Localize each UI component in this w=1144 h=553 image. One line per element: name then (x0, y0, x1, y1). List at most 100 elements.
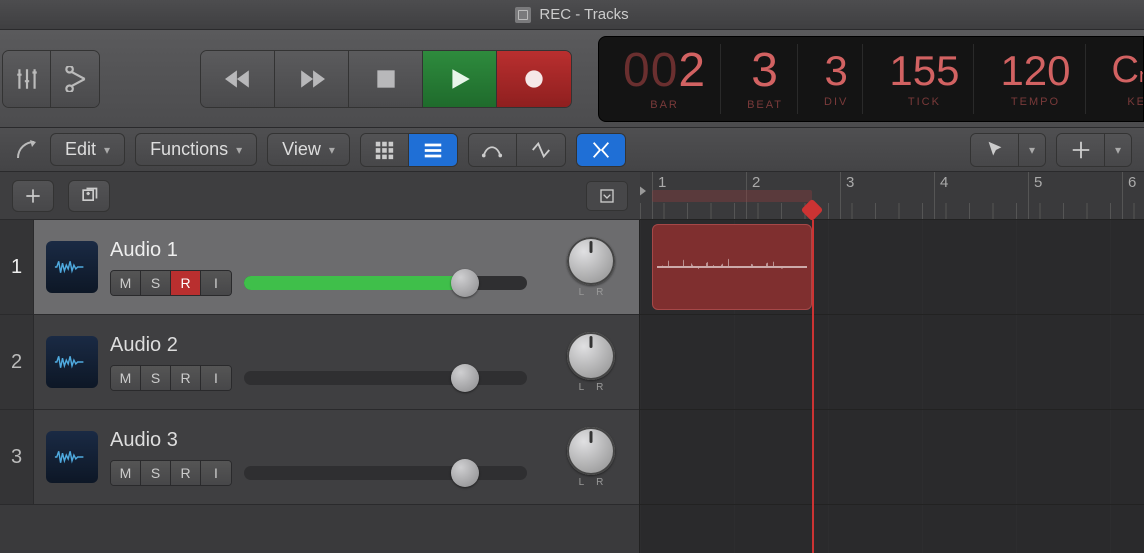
lcd-tick[interactable]: 155 TICK (875, 44, 974, 114)
chevron-down-icon: ▾ (329, 143, 335, 157)
list-view-button[interactable] (409, 134, 457, 166)
audio-region[interactable] (652, 224, 812, 310)
ruler-ticks (640, 203, 1144, 219)
volume-slider[interactable] (244, 371, 527, 385)
input-monitor-button[interactable]: I (201, 366, 231, 390)
lcd-beat[interactable]: 3 BEAT (733, 44, 798, 114)
secondary-tool-chevron[interactable]: ▾ (1105, 134, 1131, 166)
catch-playhead-button[interactable] (577, 134, 625, 166)
pan-knob[interactable] (567, 237, 615, 285)
volume-slider[interactable] (244, 466, 527, 480)
automation-curve-button[interactable] (469, 134, 517, 166)
lcd-beat-value: 3 (751, 47, 779, 95)
functions-menu[interactable]: Functions▾ (135, 133, 257, 166)
volume-thumb[interactable] (451, 459, 479, 487)
solo-button[interactable]: S (141, 271, 171, 295)
automation-segment (468, 133, 566, 167)
lcd-tempo-label: TEMPO (1011, 96, 1060, 108)
record-enable-button[interactable]: R (171, 366, 201, 390)
edit-menu[interactable]: Edit ▾ (50, 133, 125, 166)
view-mode-segment (360, 133, 458, 167)
scissors-icon[interactable] (51, 51, 99, 107)
lcd-key[interactable]: Cmaj KEY (1098, 44, 1144, 114)
audio-track-icon[interactable] (46, 241, 98, 293)
track-name[interactable]: Audio 1 (110, 239, 527, 262)
audio-track-icon[interactable] (46, 336, 98, 388)
volume-slider[interactable] (244, 276, 527, 290)
edit-menu-label: Edit (65, 139, 96, 160)
view-menu[interactable]: View ▾ (267, 133, 350, 166)
volume-thumb[interactable] (451, 269, 479, 297)
ruler-play-icon[interactable] (640, 182, 646, 200)
track-row[interactable]: 1 Audio 1 M S R I (0, 220, 639, 315)
lcd-bar-value: 2 (678, 44, 706, 97)
ruler[interactable]: 1 2 3 4 5 6 (640, 172, 1144, 220)
track-header-dropdown[interactable] (586, 181, 628, 211)
pointer-tool-button[interactable] (971, 134, 1019, 166)
mute-button[interactable]: M (111, 271, 141, 295)
record-enable-button[interactable]: R (171, 271, 201, 295)
lcd-bar-dim: 00 (623, 44, 678, 97)
playhead-line[interactable] (812, 220, 814, 553)
crosshair-tool-button[interactable] (1057, 134, 1105, 166)
lcd-div[interactable]: 3 DIV (810, 44, 863, 114)
cycle-region[interactable] (652, 190, 812, 202)
arrange-area[interactable]: 1 2 3 4 5 6 (640, 172, 1144, 553)
grid-view-button[interactable] (361, 134, 409, 166)
secondary-tool-segment: ▾ (1056, 133, 1132, 167)
track-controls: M S R I (110, 460, 527, 486)
pan-lr-label: LR (567, 382, 616, 393)
play-button[interactable] (423, 51, 497, 107)
record-button[interactable] (497, 51, 571, 107)
mute-button[interactable]: M (111, 461, 141, 485)
track-core: Audio 2 M S R I (110, 334, 543, 391)
title-bar: REC - Tracks (0, 0, 1144, 30)
window-title: REC - Tracks (539, 6, 628, 23)
track-number: 2 (0, 315, 34, 409)
pan-lr-label: LR (567, 287, 616, 298)
arrange-lane[interactable] (640, 220, 1144, 315)
pointer-tool-chevron[interactable]: ▾ (1019, 134, 1045, 166)
lcd-div-label: DIV (824, 96, 848, 108)
track-row[interactable]: 3 Audio 3 M S R I (0, 410, 639, 505)
pan-section: LR (543, 332, 639, 393)
track-number: 3 (0, 410, 34, 504)
solo-button[interactable]: S (141, 461, 171, 485)
pan-lr-label: LR (567, 477, 616, 488)
track-controls: M S R I (110, 365, 527, 391)
duplicate-track-button[interactable] (68, 180, 110, 212)
volume-thumb[interactable] (451, 364, 479, 392)
msri-group: M S R I (110, 270, 232, 296)
stop-button[interactable] (349, 51, 423, 107)
record-enable-button[interactable]: R (171, 461, 201, 485)
solo-button[interactable]: S (141, 366, 171, 390)
arrange-lane[interactable] (640, 315, 1144, 410)
input-monitor-button[interactable]: I (201, 271, 231, 295)
lcd-key-sub: maj (1139, 65, 1144, 87)
track-name[interactable]: Audio 2 (110, 334, 527, 357)
flex-button[interactable] (517, 134, 565, 166)
msri-group: M S R I (110, 460, 232, 486)
pan-knob[interactable] (567, 332, 615, 380)
audio-track-icon[interactable] (46, 431, 98, 483)
left-tool-group (2, 50, 100, 108)
arrange-body[interactable] (640, 220, 1144, 553)
mute-button[interactable]: M (111, 366, 141, 390)
chevron-down-icon: ▾ (104, 143, 110, 157)
volume-fill (244, 276, 453, 290)
forward-button[interactable] (275, 51, 349, 107)
input-monitor-button[interactable]: I (201, 461, 231, 485)
lcd-tempo[interactable]: 120 TEMPO (986, 44, 1085, 114)
add-track-button[interactable] (12, 180, 54, 212)
pan-knob[interactable] (567, 427, 615, 475)
track-header-controls (0, 172, 640, 220)
arrange-lane[interactable] (640, 410, 1144, 505)
view-menu-label: View (282, 139, 321, 160)
back-curve-icon[interactable] (12, 136, 40, 164)
track-row[interactable]: 2 Audio 2 M S R I (0, 315, 639, 410)
mixer-icon[interactable] (3, 51, 51, 107)
track-name[interactable]: Audio 3 (110, 429, 527, 452)
lcd-bar[interactable]: 002 BAR (609, 44, 721, 114)
rewind-button[interactable] (201, 51, 275, 107)
project-doc-icon (515, 7, 531, 23)
